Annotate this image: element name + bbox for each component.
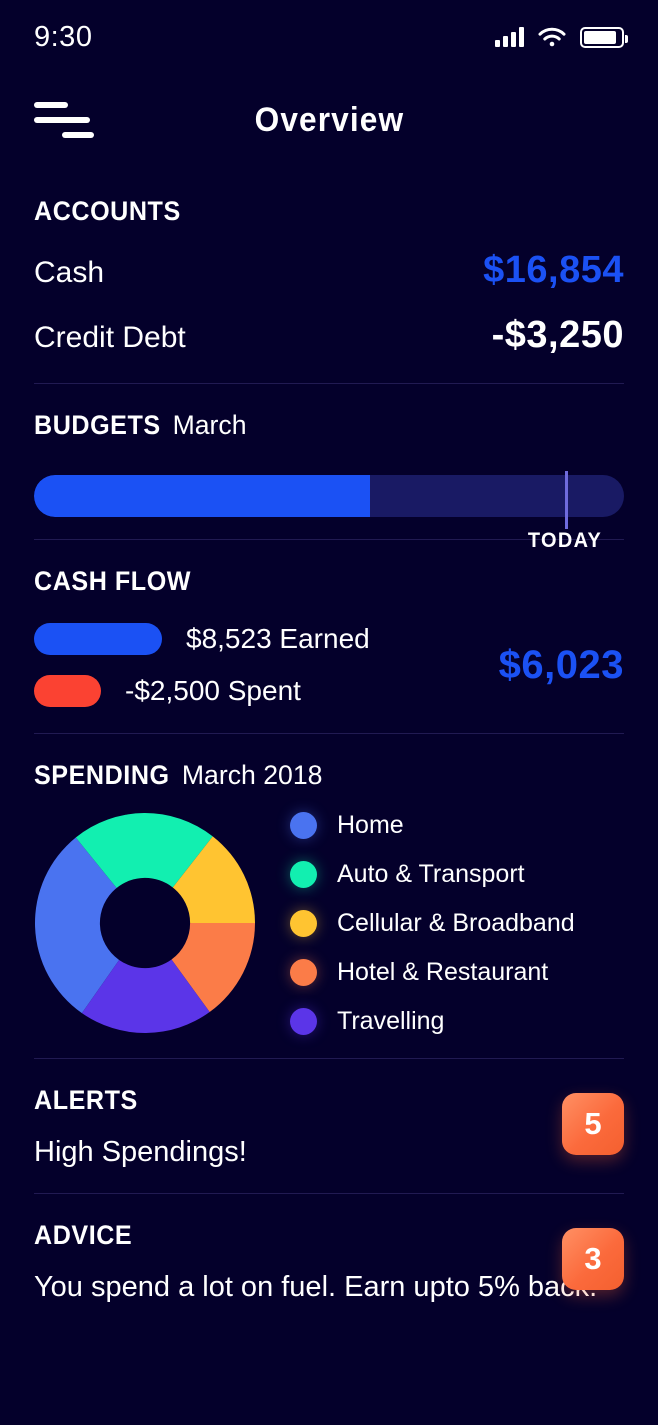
advice-count-badge[interactable]: 3 — [562, 1228, 624, 1290]
cash-flow-row-spent[interactable]: -$2,500 Spent — [34, 675, 489, 707]
cash-flow-section: CASH FLOW $8,523 Earned -$2,500 Spent $6… — [0, 540, 658, 733]
account-label: Credit Debt — [34, 321, 186, 355]
spending-legend: Home Auto & Transport Cellular & Broadband… — [290, 809, 575, 1036]
alerts-text: High Spendings! — [34, 1136, 624, 1169]
legend-item[interactable]: Hotel & Restaurant — [290, 958, 575, 987]
legend-item[interactable]: Home — [290, 811, 575, 840]
legend-label: Hotel & Restaurant — [337, 958, 548, 987]
main-content: ACCOUNTS Cash $16,854 Credit Debt -$3,25… — [0, 166, 658, 1425]
spending-heading: SPENDING March 2018 — [34, 760, 583, 791]
account-row-credit-debt[interactable]: Credit Debt -$3,250 — [34, 314, 624, 357]
alerts-section[interactable]: ALERTS High Spendings! 5 — [0, 1059, 658, 1193]
cash-flow-rows: $8,523 Earned -$2,500 Spent — [34, 623, 489, 707]
legend-label: Cellular & Broadband — [337, 909, 575, 938]
today-marker — [565, 471, 568, 529]
budgets-heading: BUDGETS March — [34, 410, 583, 441]
accounts-heading: ACCOUNTS — [34, 196, 583, 227]
accounts-heading-label: ACCOUNTS — [34, 196, 181, 227]
earned-bar — [34, 623, 162, 655]
spending-period: March 2018 — [182, 760, 323, 791]
cash-flow-net: $6,023 — [489, 643, 624, 688]
app-screen: 9:30 Overview ACCOUNTS — [0, 0, 658, 1425]
cash-flow-heading: CASH FLOW — [34, 566, 583, 597]
account-value: -$3,250 — [492, 314, 624, 357]
legend-label: Auto & Transport — [337, 860, 525, 889]
spending-donut-chart[interactable] — [34, 812, 256, 1034]
nav-bar: Overview — [0, 74, 658, 166]
legend-color-dot — [290, 959, 317, 986]
legend-item[interactable]: Cellular & Broadband — [290, 909, 575, 938]
legend-color-dot — [290, 812, 317, 839]
status-bar: 9:30 — [0, 0, 658, 74]
page-title: Overview — [254, 101, 404, 140]
status-icons — [495, 27, 624, 48]
legend-item[interactable]: Travelling — [290, 1007, 575, 1036]
advice-heading-label: ADVICE — [34, 1220, 132, 1251]
legend-label: Travelling — [337, 1007, 444, 1036]
budget-progress[interactable]: TODAY — [34, 475, 624, 517]
budgets-heading-label: BUDGETS — [34, 410, 161, 441]
budgets-section: BUDGETS March TODAY — [0, 384, 658, 539]
alerts-heading: ALERTS — [34, 1085, 583, 1116]
account-value: $16,854 — [483, 249, 624, 292]
cash-flow-body: $8,523 Earned -$2,500 Spent $6,023 — [34, 623, 624, 707]
alerts-heading-label: ALERTS — [34, 1085, 138, 1116]
advice-heading: ADVICE — [34, 1220, 583, 1251]
advice-text: You spend a lot on fuel. Earn upto 5% ba… — [34, 1271, 624, 1304]
accounts-section: ACCOUNTS Cash $16,854 Credit Debt -$3,25… — [0, 166, 658, 383]
budget-fill — [34, 475, 370, 517]
budget-track — [34, 475, 624, 517]
spending-body: Home Auto & Transport Cellular & Broadband… — [34, 809, 624, 1036]
legend-color-dot — [290, 861, 317, 888]
wifi-icon — [538, 27, 566, 47]
cash-flow-heading-label: CASH FLOW — [34, 566, 191, 597]
battery-icon — [580, 27, 624, 48]
budgets-period: March — [173, 410, 247, 441]
earned-label: $8,523 Earned — [186, 623, 370, 655]
legend-item[interactable]: Auto & Transport — [290, 860, 575, 889]
hamburger-menu-icon[interactable] — [34, 100, 94, 140]
account-row-cash[interactable]: Cash $16,854 — [34, 249, 624, 292]
legend-color-dot — [290, 1008, 317, 1035]
advice-section[interactable]: ADVICE You spend a lot on fuel. Earn upt… — [0, 1194, 658, 1328]
status-time: 9:30 — [34, 21, 92, 54]
spending-section: SPENDING March 2018 Home Auto & Transport… — [0, 734, 658, 1058]
signal-bars-icon — [495, 27, 524, 47]
spent-label: -$2,500 Spent — [125, 675, 301, 707]
legend-color-dot — [290, 910, 317, 937]
cash-flow-row-earned[interactable]: $8,523 Earned — [34, 623, 489, 655]
spending-heading-label: SPENDING — [34, 760, 170, 791]
legend-label: Home — [337, 811, 404, 840]
spent-bar — [34, 675, 101, 707]
alerts-count-badge[interactable]: 5 — [562, 1093, 624, 1155]
account-label: Cash — [34, 256, 104, 290]
